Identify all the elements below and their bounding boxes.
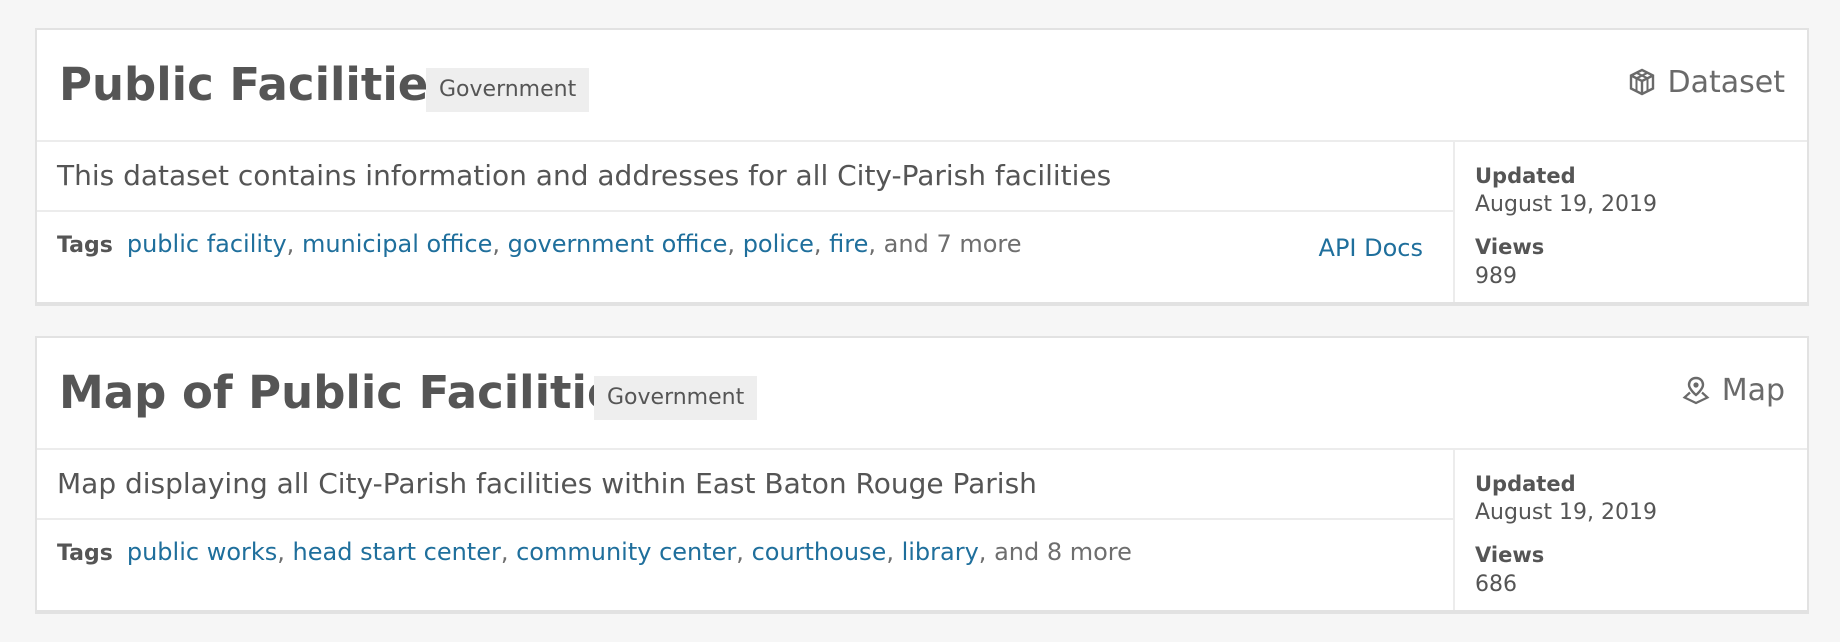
tag-link[interactable]: community center: [516, 538, 736, 566]
views-label: Views: [1475, 235, 1545, 259]
result-type-label: Map: [1721, 372, 1785, 408]
updated-label: Updated: [1475, 472, 1576, 496]
cube-icon: [1629, 68, 1654, 96]
tag-link[interactable]: fire: [829, 230, 868, 258]
result-description: Map displaying all City-Parish facilitie…: [57, 467, 1037, 500]
tags-row: Tags public works, head start center, com…: [37, 518, 1453, 610]
result-type: Map: [1682, 368, 1785, 412]
result-header: Map of Public Facilities Government Map: [37, 338, 1807, 450]
result-card: Map of Public Facilities Government Map …: [35, 336, 1809, 614]
result-card: Public Facilities Government Dataset Thi…: [35, 28, 1809, 306]
result-body: This dataset contains information and ad…: [37, 142, 1807, 302]
tags-list: Tags public works, head start center, com…: [57, 538, 1132, 566]
result-main: This dataset contains information and ad…: [37, 142, 1455, 302]
tag-link[interactable]: police: [743, 230, 814, 258]
tag-link[interactable]: library: [902, 538, 979, 566]
category-badge: Government: [594, 376, 758, 420]
result-header: Public Facilities Government Dataset: [37, 30, 1807, 142]
tag-link[interactable]: public facility: [127, 230, 287, 258]
result-metadata: Updated August 19, 2019 Views 989: [1455, 142, 1807, 302]
result-type: Dataset: [1628, 60, 1785, 104]
tag-link[interactable]: courthouse: [752, 538, 887, 566]
result-title[interactable]: Map of Public Facilities: [59, 364, 644, 422]
tags-label: Tags: [57, 233, 113, 258]
result-main: Map displaying all City-Parish facilitie…: [37, 450, 1455, 610]
more-tags: and 8 more: [994, 538, 1132, 566]
tags-list: Tags public facility, municipal office, g…: [57, 230, 1022, 258]
result-title[interactable]: Public Facilities: [59, 56, 455, 114]
result-type-label: Dataset: [1667, 64, 1785, 100]
updated-label: Updated: [1475, 164, 1576, 188]
tags-row: Tags public facility, municipal office, g…: [37, 210, 1453, 302]
category-badge: Government: [426, 68, 590, 112]
views-label: Views: [1475, 543, 1545, 567]
result-description: This dataset contains information and ad…: [57, 159, 1112, 192]
more-tags: and 7 more: [883, 230, 1022, 258]
tag-link[interactable]: public works: [127, 538, 277, 566]
updated-date: August 19, 2019: [1475, 500, 1657, 525]
api-docs-link[interactable]: API Docs: [1319, 234, 1423, 262]
views-count: 989: [1475, 264, 1517, 289]
updated-date: August 19, 2019: [1475, 192, 1657, 217]
tags-label: Tags: [57, 541, 113, 566]
result-metadata: Updated August 19, 2019 Views 686: [1455, 450, 1807, 610]
result-body: Map displaying all City-Parish facilitie…: [37, 450, 1807, 610]
tag-link[interactable]: municipal office: [302, 230, 492, 258]
map-pin-icon: [1682, 376, 1710, 405]
tag-link[interactable]: government office: [508, 230, 728, 258]
views-count: 686: [1475, 572, 1517, 597]
tag-link[interactable]: head start center: [293, 538, 501, 566]
